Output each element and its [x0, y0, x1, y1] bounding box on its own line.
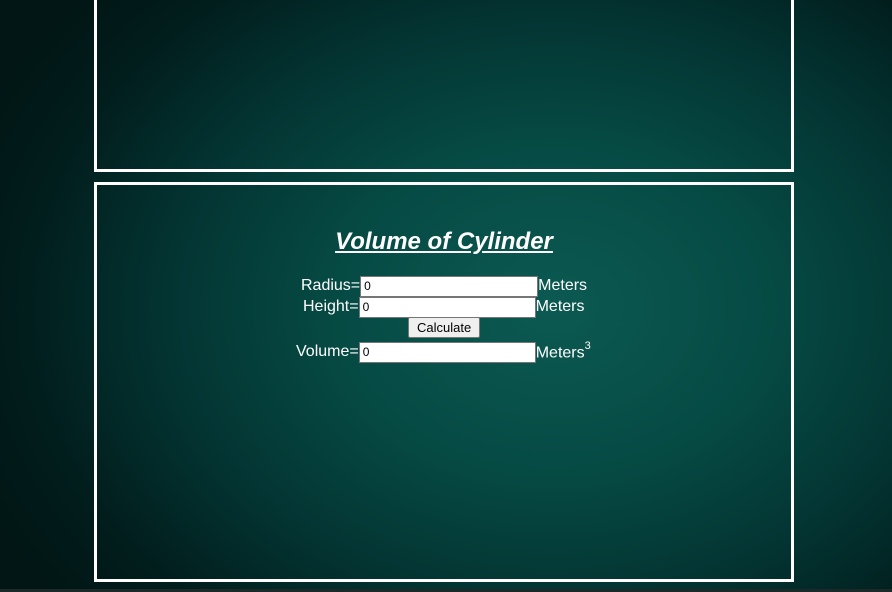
radius-input[interactable]	[360, 275, 539, 297]
height-input[interactable]	[358, 296, 536, 318]
volume-label: Volume=	[296, 343, 359, 360]
height-label: Height=	[303, 298, 359, 315]
volume-unit-text: Meters	[535, 344, 585, 362]
page: { "title": "Volume of Cylinder", "radius…	[0, 0, 892, 592]
page-title: Volume of Cylinder	[335, 228, 553, 255]
volume-unit-exponent: 3	[584, 339, 591, 352]
calculate-button[interactable]: Calculate	[408, 317, 481, 338]
volume-unit: Meters3	[535, 339, 591, 362]
top-panel	[94, 0, 794, 172]
height-unit: Meters	[535, 298, 585, 315]
radius-unit: Meters	[538, 277, 588, 294]
radius-row: Radius= Meters	[301, 275, 587, 297]
radius-label: Radius=	[301, 277, 361, 294]
calculator-panel: Volume of Cylinder Radius= Meters Height…	[94, 182, 794, 582]
height-row: Height= Meters	[303, 296, 585, 318]
volume-row: Volume= Meters3	[296, 339, 591, 363]
volume-output[interactable]	[358, 341, 536, 363]
